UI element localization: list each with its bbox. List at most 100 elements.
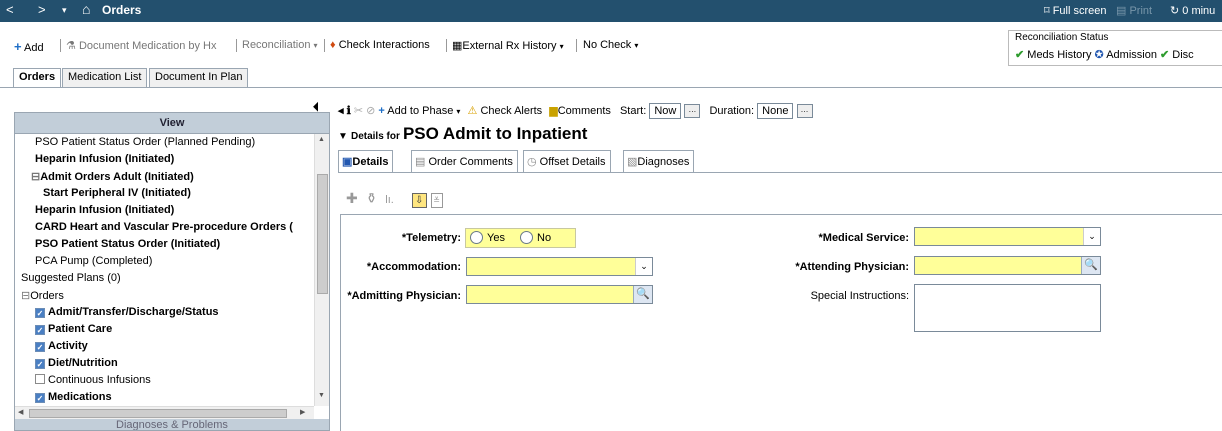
tree-item[interactable]: Continuous Infusions (35, 372, 151, 389)
tree-item[interactable]: Start Peripheral IV (Initiated) (43, 185, 191, 202)
tree-horizontal-scrollbar[interactable]: ◀ ▶ (15, 406, 314, 419)
external-rx-history-dropdown[interactable]: ▦External Rx History ▾ (452, 39, 564, 52)
chevron-down-icon[interactable]: ⌄ (635, 258, 652, 275)
cancel-icon[interactable]: ⊘ (366, 105, 375, 117)
tab-offset-details[interactable]: ◷ Offset Details (523, 150, 611, 172)
tree-item-label: PCA Pump (Completed) (35, 255, 153, 267)
home-icon[interactable]: ⌂ (82, 1, 90, 17)
tree-item[interactable]: ⊟Orders (21, 287, 64, 304)
tab-divider (0, 87, 1222, 88)
discharge-status[interactable]: Disc (1172, 49, 1193, 61)
tree-item[interactable]: ⊟Admit Orders Adult (Initiated) (31, 168, 194, 185)
telemetry-yes-radio[interactable] (470, 231, 483, 244)
checkbox[interactable]: ✓ (35, 359, 45, 369)
scroll-up-icon[interactable]: ▲ (318, 136, 325, 143)
move-down-icon[interactable]: ⇩ (411, 193, 427, 208)
duration-picker-button[interactable]: … (796, 104, 813, 118)
tree-item[interactable]: Heparin Infusion (Initiated) (35, 202, 174, 219)
document-medication-button[interactable]: ⚗ Document Medication by Hx (66, 39, 217, 52)
checkbox[interactable]: ✓ (35, 308, 45, 318)
reconciliation-dropdown[interactable]: Reconciliation ▾ (242, 39, 318, 51)
tree-item[interactable]: ✓ Medications (35, 389, 112, 406)
collapse-node-icon[interactable]: ⊟ (21, 290, 30, 302)
search-icon[interactable]: 🔍 (1081, 257, 1100, 274)
tree-item[interactable]: Suggested Plans (0) (21, 270, 121, 287)
pharmacy-icon[interactable]: ⚱ (366, 190, 378, 206)
refresh-button[interactable]: ↻ 0 minu (1170, 4, 1215, 17)
tree-item-label: PSO Patient Status Order (Initiated) (35, 238, 221, 250)
history-dropdown[interactable]: ▾ (62, 5, 67, 16)
comments-button[interactable]: ▆Comments (549, 105, 614, 117)
tree-item-label: Continuous Infusions (48, 374, 151, 386)
add-button[interactable]: + Add (14, 39, 44, 54)
scroll-down-icon[interactable]: ▼ (318, 392, 325, 399)
info-icon[interactable]: ℹ (347, 105, 351, 117)
search-icon[interactable]: 🔍 (633, 286, 652, 303)
chevron-down-icon[interactable]: ⌄ (1083, 228, 1100, 245)
separator (446, 39, 447, 52)
meds-history-status[interactable]: Meds History (1027, 49, 1091, 61)
medical-service-select[interactable]: ⌄ (914, 227, 1101, 246)
telemetry-no-radio[interactable] (520, 231, 534, 244)
duration-label: Duration: (709, 104, 755, 117)
scrollbar-thumb[interactable] (317, 174, 328, 294)
accommodation-select[interactable]: ⌄ (466, 257, 653, 276)
collapse-details-icon[interactable]: ▼ (338, 131, 348, 142)
add-to-phase-button[interactable]: + Add to Phase ▾ (378, 105, 463, 117)
tab-diagnoses[interactable]: ▧Diagnoses (623, 150, 695, 172)
disabled-med-icon[interactable]: ✂ (354, 105, 363, 117)
tab-document-in-plan[interactable]: Document In Plan (149, 68, 249, 87)
forward-button[interactable]: > (38, 2, 46, 17)
diagnoses-problems-header[interactable]: Diagnoses & Problems (15, 419, 329, 430)
back-button[interactable]: < (6, 2, 14, 17)
special-instructions-label: Special Instructions: (810, 290, 909, 302)
admission-status[interactable]: Admission (1106, 49, 1157, 61)
chart-icon[interactable]: lı. (385, 194, 394, 206)
tree-item[interactable]: ✓ Patient Care (35, 321, 112, 338)
tab-orders[interactable]: Orders (13, 68, 62, 88)
no-check-dropdown[interactable]: No Check ▾ (583, 39, 638, 51)
scroll-right-icon[interactable]: ▶ (300, 408, 305, 416)
scroll-left-icon[interactable]: ◀ (18, 408, 23, 416)
full-screen-button[interactable]: ⌑ Full screen (1044, 4, 1107, 17)
start-field[interactable]: Now (649, 103, 682, 119)
full-screen-icon: ⌑ (1044, 5, 1053, 17)
duration-field[interactable]: None (757, 103, 794, 119)
phase-toolbar: ◂ ℹ ✂ ⊘ + Add to Phase ▾ ⚠ Check Alerts … (338, 103, 813, 123)
tree-item[interactable]: PSO Patient Status Order (Planned Pendin… (35, 134, 255, 151)
tree-item[interactable]: PSO Patient Status Order (Initiated) (35, 236, 220, 253)
tree-item-label: Admit/Transfer/Discharge/Status (48, 306, 219, 318)
special-instructions-textarea[interactable] (914, 284, 1101, 332)
print-button[interactable]: ▤ Print (1116, 4, 1152, 17)
check-alerts-button[interactable]: ⚠ Check Alerts (468, 105, 546, 117)
admitting-physician-label: *Admitting Physician: (347, 290, 461, 302)
admitting-physician-field[interactable]: 🔍 (466, 285, 653, 304)
tab-order-comments[interactable]: ▤ Order Comments (411, 150, 518, 172)
tree-item[interactable]: ✓ Diet/Nutrition (35, 355, 118, 372)
collapse-node-icon[interactable]: ⊟ (31, 171, 40, 183)
tree-item[interactable]: CARD Heart and Vascular Pre-procedure Or… (35, 219, 293, 236)
tree-item[interactable]: PCA Pump (Completed) (35, 253, 152, 270)
tab-details[interactable]: ▣Details (338, 150, 394, 172)
check-interactions-button[interactable]: ♦ Check Interactions (330, 39, 430, 51)
scrollbar-thumb[interactable] (29, 409, 287, 418)
checkbox[interactable]: ✓ (35, 342, 45, 352)
warning-icon: ⚠ (467, 104, 478, 117)
checkbox[interactable]: ✓ (35, 325, 45, 335)
tree-item-label: Medications (48, 391, 112, 403)
checkbox[interactable] (35, 374, 45, 384)
tree-item-label: Suggested Plans (0) (21, 272, 121, 284)
rx-history-icon: ▦ (452, 40, 463, 52)
tree-item-label: Patient Care (48, 323, 113, 335)
tree-item[interactable]: ✓ Admit/Transfer/Discharge/Status (35, 304, 219, 321)
attending-physician-field[interactable]: 🔍 (914, 256, 1101, 275)
checkbox[interactable]: ✓ (35, 393, 45, 403)
tab-medication-list[interactable]: Medication List (62, 68, 148, 87)
tree-vertical-scrollbar[interactable]: ▲ ▼ (314, 134, 329, 406)
expand-icon[interactable]: ≚ (430, 193, 443, 208)
tree-item[interactable]: Heparin Infusion (Initiated) (35, 151, 174, 168)
start-picker-button[interactable]: … (684, 104, 701, 118)
tree-item[interactable]: ✓ Activity (35, 338, 88, 355)
flag-icon[interactable]: ◂ (338, 105, 344, 117)
add-icon[interactable]: ✚ (346, 190, 358, 206)
